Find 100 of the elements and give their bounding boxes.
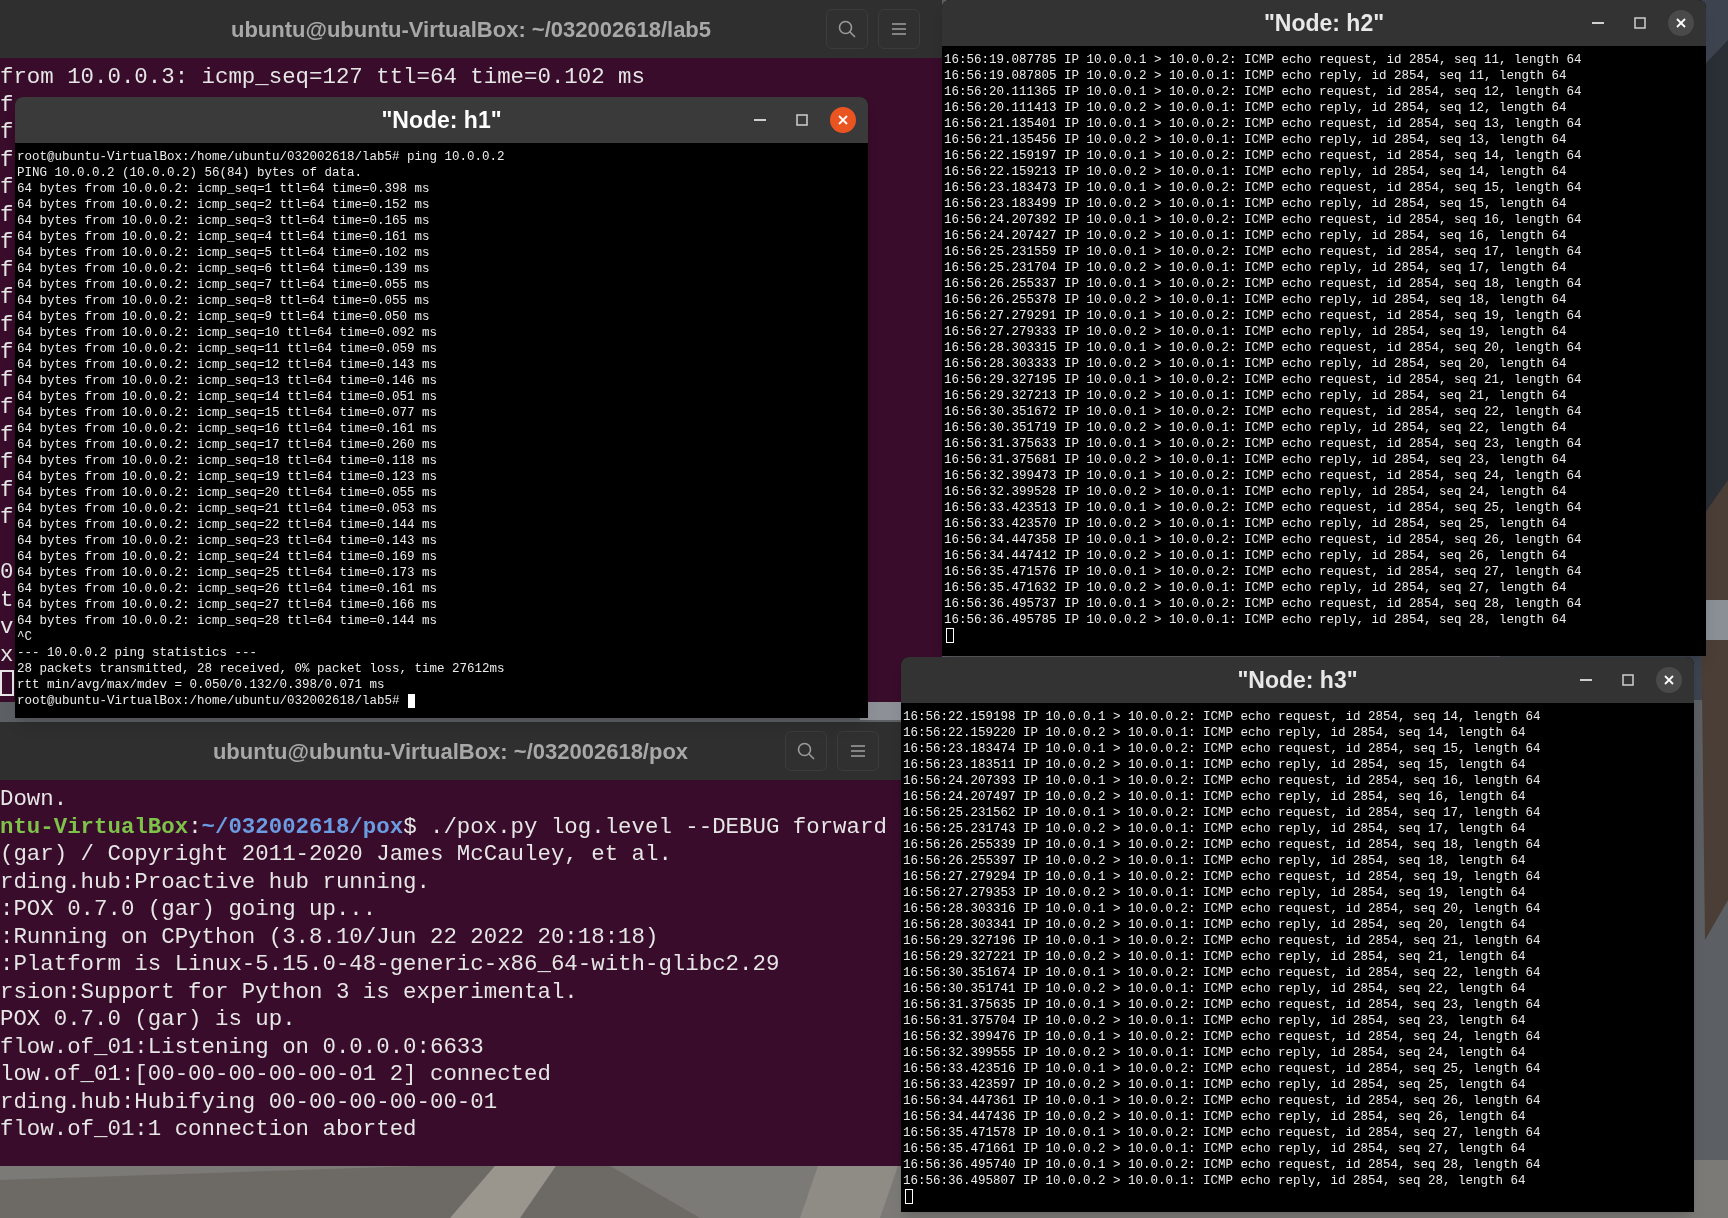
terminal-line: 16:56:31.375635 IP 10.0.0.1 > 10.0.0.2: ICMP echo request, id 2854, seq 23, length 64 <box>903 997 1541 1013</box>
terminal-line: 16:56:22.159220 IP 10.0.0.2 > 10.0.0.1: ICMP echo reply, id 2854, seq 14, length 64 <box>903 725 1526 741</box>
terminal-line: 64 bytes from 10.0.0.2: icmp_seq=7 ttl=64 time=0.055 ms <box>17 277 430 293</box>
terminal-line: 16:56:34.447361 IP 10.0.0.1 > 10.0.0.2: ICMP echo request, id 2854, seq 26, length 64 <box>903 1093 1541 1109</box>
terminal-line: 16:56:25.231743 IP 10.0.0.2 > 10.0.0.1: ICMP echo reply, id 2854, seq 17, length 64 <box>903 821 1526 837</box>
terminal-line: 64 bytes from 10.0.0.2: icmp_seq=1 ttl=64 time=0.398 ms <box>17 181 430 197</box>
terminal-line: 16:56:26.255337 IP 10.0.0.1 > 10.0.0.2: ICMP echo request, id 2854, seq 18, length 64 <box>944 276 1582 292</box>
search-button[interactable] <box>785 731 827 771</box>
terminal-line: 16:56:33.423513 IP 10.0.0.1 > 10.0.0.2: ICMP echo request, id 2854, seq 25, length 64 <box>944 500 1582 516</box>
terminal-line: 64 bytes from 10.0.0.2: icmp_seq=20 ttl=64 time=0.055 ms <box>17 485 438 501</box>
terminal-line: v <box>0 614 14 642</box>
menu-button[interactable] <box>878 9 920 49</box>
terminal-line: 16:56:30.351672 IP 10.0.0.1 > 10.0.0.2: ICMP echo request, id 2854, seq 22, length 64 <box>944 404 1582 420</box>
terminal-line: 16:56:33.423516 IP 10.0.0.1 > 10.0.0.2: ICMP echo request, id 2854, seq 25, length 64 <box>903 1061 1541 1077</box>
terminal-line: 16:56:24.207497 IP 10.0.0.2 > 10.0.0.1: ICMP echo reply, id 2854, seq 16, length 64 <box>903 789 1526 805</box>
maximize-icon <box>796 114 808 126</box>
menu-button[interactable] <box>837 731 879 771</box>
terminal-line: 64 bytes from 10.0.0.2: icmp_seq=8 ttl=64 time=0.055 ms <box>17 293 430 309</box>
terminal-line: 16:56:32.399473 IP 10.0.0.1 > 10.0.0.2: ICMP echo request, id 2854, seq 24, length 64 <box>944 468 1582 484</box>
minimize-icon <box>754 119 766 121</box>
terminal-line: 16:56:29.327213 IP 10.0.0.2 > 10.0.0.1: ICMP echo reply, id 2854, seq 21, length 64 <box>944 388 1567 404</box>
terminal-line: 64 bytes from 10.0.0.2: icmp_seq=3 ttl=64 time=0.165 ms <box>17 213 430 229</box>
close-button[interactable] <box>1668 10 1694 36</box>
terminal-line: :POX 0.7.0 (gar) going up... <box>0 896 377 924</box>
terminal-line: f <box>0 256 14 284</box>
terminal-line: :Platform is Linux-5.15.0-48-generic-x86_64-with-glibc2.29 <box>0 951 780 979</box>
close-icon <box>1664 675 1674 685</box>
terminal-line: 64 bytes from 10.0.0.2: icmp_seq=16 ttl=64 time=0.161 ms <box>17 421 438 437</box>
window-title: "Node: h1" <box>381 105 502 135</box>
terminal-line: 64 bytes from 10.0.0.2: icmp_seq=25 ttl=64 time=0.173 ms <box>17 565 438 581</box>
minimize-icon <box>1592 22 1604 24</box>
terminal-line: :Running on CPython (3.8.10/Jun 22 2022 20:18:18) <box>0 923 659 951</box>
terminal-line: 64 bytes from 10.0.0.2: icmp_seq=13 ttl=64 time=0.146 ms <box>17 373 438 389</box>
terminal-line: 16:56:22.159213 IP 10.0.0.2 > 10.0.0.1: ICMP echo reply, id 2854, seq 14, length 64 <box>944 164 1567 180</box>
terminal-line: 16:56:28.303333 IP 10.0.0.2 > 10.0.0.1: ICMP echo reply, id 2854, seq 20, length 64 <box>944 356 1567 372</box>
terminal-line: f <box>0 174 14 202</box>
terminal-line: 16:56:24.207392 IP 10.0.0.1 > 10.0.0.2: ICMP echo request, id 2854, seq 16, length 64 <box>944 212 1582 228</box>
terminal-line: f <box>0 449 14 477</box>
terminal-line: f <box>0 229 14 257</box>
terminal-line: 64 bytes from 10.0.0.2: icmp_seq=26 ttl=64 time=0.161 ms <box>17 581 438 597</box>
terminal-line: 16:56:24.207393 IP 10.0.0.1 > 10.0.0.2: ICMP echo request, id 2854, seq 16, length 64 <box>903 773 1541 789</box>
terminal-line: 16:56:32.399476 IP 10.0.0.1 > 10.0.0.2: ICMP echo request, id 2854, seq 24, length 64 <box>903 1029 1541 1045</box>
terminal-line: 16:56:32.399555 IP 10.0.0.2 > 10.0.0.1: ICMP echo reply, id 2854, seq 24, length 64 <box>903 1045 1526 1061</box>
terminal-line: 16:56:34.447358 IP 10.0.0.1 > 10.0.0.2: ICMP echo request, id 2854, seq 26, length 64 <box>944 532 1582 548</box>
maximize-icon <box>1622 674 1634 686</box>
minimize-icon <box>1580 679 1592 681</box>
window-title: ubuntu@ubuntu-VirtualBox: ~/032002618/lab5 <box>230 15 712 44</box>
terminal-line: 16:56:24.207427 IP 10.0.0.2 > 10.0.0.1: ICMP echo reply, id 2854, seq 16, length 64 <box>944 228 1567 244</box>
terminal-line: 16:56:34.447412 IP 10.0.0.2 > 10.0.0.1: ICMP echo reply, id 2854, seq 26, length 64 <box>944 548 1567 564</box>
terminal-line: 64 bytes from 10.0.0.2: icmp_seq=10 ttl=64 time=0.092 ms <box>17 325 438 341</box>
terminal-line: rding.hub:Proactive hub running. <box>0 868 430 896</box>
window-title: ubuntu@ubuntu-VirtualBox: ~/032002618/pox <box>212 737 689 766</box>
terminal-line: 64 bytes from 10.0.0.2: icmp_seq=12 ttl=64 time=0.143 ms <box>17 357 438 373</box>
close-button[interactable] <box>830 107 856 133</box>
terminal-line: 16:56:21.135456 IP 10.0.0.2 > 10.0.0.1: ICMP echo reply, id 2854, seq 13, length 64 <box>944 132 1567 148</box>
terminal-line: 16:56:36.495740 IP 10.0.0.1 > 10.0.0.2: ICMP echo request, id 2854, seq 28, length 64 <box>903 1157 1541 1173</box>
terminal-line: 64 bytes from 10.0.0.2: icmp_seq=21 ttl=64 time=0.053 ms <box>17 501 438 517</box>
terminal-line: 64 bytes from 10.0.0.2: icmp_seq=27 ttl=64 time=0.166 ms <box>17 597 438 613</box>
search-icon <box>797 742 815 760</box>
terminal-line: 16:56:30.351674 IP 10.0.0.1 > 10.0.0.2: ICMP echo request, id 2854, seq 22, length 64 <box>903 965 1541 981</box>
terminal-line: 16:56:31.375633 IP 10.0.0.1 > 10.0.0.2: ICMP echo request, id 2854, seq 23, length 64 <box>944 436 1582 452</box>
terminal-line: 16:56:27.279333 IP 10.0.0.2 > 10.0.0.1: ICMP echo reply, id 2854, seq 19, length 64 <box>944 324 1567 340</box>
close-icon <box>838 115 848 125</box>
terminal-line: 16:56:28.303341 IP 10.0.0.2 > 10.0.0.1: ICMP echo reply, id 2854, seq 20, length 64 <box>903 917 1526 933</box>
terminal-line: f <box>0 339 14 367</box>
close-button[interactable] <box>1656 667 1682 693</box>
terminal-line: 16:56:19.087805 IP 10.0.0.2 > 10.0.0.1: ICMP echo reply, id 2854, seq 11, length 64 <box>944 68 1567 84</box>
terminal-line: 16:56:28.303315 IP 10.0.0.1 > 10.0.0.2: ICMP echo request, id 2854, seq 20, length 64 <box>944 340 1582 356</box>
window-title: "Node: h2" <box>1263 8 1385 38</box>
terminal-line: ntu-VirtualBox:~/032002618/pox$ ./pox.py log.level --DEBUG forward <box>0 813 887 841</box>
terminal-line: 16:56:28.303316 IP 10.0.0.1 > 10.0.0.2: ICMP echo request, id 2854, seq 20, length 64 <box>903 901 1541 917</box>
terminal-line: 16:56:29.327196 IP 10.0.0.1 > 10.0.0.2: ICMP echo request, id 2854, seq 21, length 64 <box>903 933 1541 949</box>
terminal-line: t <box>0 586 14 614</box>
terminal-line: f <box>0 91 14 119</box>
terminal-line: 16:56:29.327195 IP 10.0.0.1 > 10.0.0.2: ICMP echo request, id 2854, seq 21, length 64 <box>944 372 1582 388</box>
terminal-line: 16:56:31.375704 IP 10.0.0.2 > 10.0.0.1: ICMP echo reply, id 2854, seq 23, length 64 <box>903 1013 1526 1029</box>
terminal-line: 16:56:36.495737 IP 10.0.0.1 > 10.0.0.2: ICMP echo request, id 2854, seq 28, length 64 <box>944 596 1582 612</box>
menu-icon <box>891 22 907 36</box>
terminal-line: 64 bytes from 10.0.0.2: icmp_seq=18 ttl=64 time=0.118 ms <box>17 453 438 469</box>
terminal-line: 0 <box>0 559 14 587</box>
terminal-line: f <box>0 421 14 449</box>
terminal-line: 64 bytes from 10.0.0.2: icmp_seq=19 ttl=64 time=0.123 ms <box>17 469 438 485</box>
terminal-line: 16:56:30.351741 IP 10.0.0.2 > 10.0.0.1: ICMP echo reply, id 2854, seq 22, length 64 <box>903 981 1526 997</box>
terminal-line: rtt min/avg/max/mdev = 0.050/0.132/0.398/0.071 ms <box>17 677 385 693</box>
terminal-line: 64 bytes from 10.0.0.2: icmp_seq=22 ttl=64 time=0.144 ms <box>17 517 438 533</box>
terminal-line: 16:56:22.159198 IP 10.0.0.1 > 10.0.0.2: ICMP echo request, id 2854, seq 14, length 64 <box>903 709 1541 725</box>
terminal-line: root@ubuntu-VirtualBox:/home/ubuntu/032002618/lab5# ping 10.0.0.2 <box>17 149 505 165</box>
terminal-line: 16:56:23.183499 IP 10.0.0.2 > 10.0.0.1: ICMP echo reply, id 2854, seq 15, length 64 <box>944 196 1567 212</box>
terminal-line: 16:56:19.087785 IP 10.0.0.1 > 10.0.0.2: ICMP echo request, id 2854, seq 11, length 64 <box>944 52 1582 68</box>
terminal-line: 16:56:25.231562 IP 10.0.0.1 > 10.0.0.2: ICMP echo request, id 2854, seq 17, length 64 <box>903 805 1541 821</box>
terminal-line: 16:56:35.471632 IP 10.0.0.2 > 10.0.0.1: ICMP echo reply, id 2854, seq 27, length 64 <box>944 580 1567 596</box>
search-button[interactable] <box>826 9 868 49</box>
terminal-line: flow.of_01:1 connection aborted <box>0 1116 417 1144</box>
terminal-line: 16:56:32.399528 IP 10.0.0.2 > 10.0.0.1: ICMP echo reply, id 2854, seq 24, length 64 <box>944 484 1567 500</box>
terminal-line: 64 bytes from 10.0.0.2: icmp_seq=2 ttl=64 time=0.152 ms <box>17 197 430 213</box>
terminal-line: from 10.0.0.3: icmp_seq=127 ttl=64 time=0.102 ms <box>0 64 645 92</box>
terminal-line: 16:56:31.375681 IP 10.0.0.2 > 10.0.0.1: ICMP echo reply, id 2854, seq 23, length 64 <box>944 452 1567 468</box>
maximize-icon <box>1634 17 1646 29</box>
terminal-line: 64 bytes from 10.0.0.2: icmp_seq=24 ttl=64 time=0.169 ms <box>17 549 438 565</box>
terminal-line: 16:56:34.447436 IP 10.0.0.2 > 10.0.0.1: ICMP echo reply, id 2854, seq 26, length 64 <box>903 1109 1526 1125</box>
